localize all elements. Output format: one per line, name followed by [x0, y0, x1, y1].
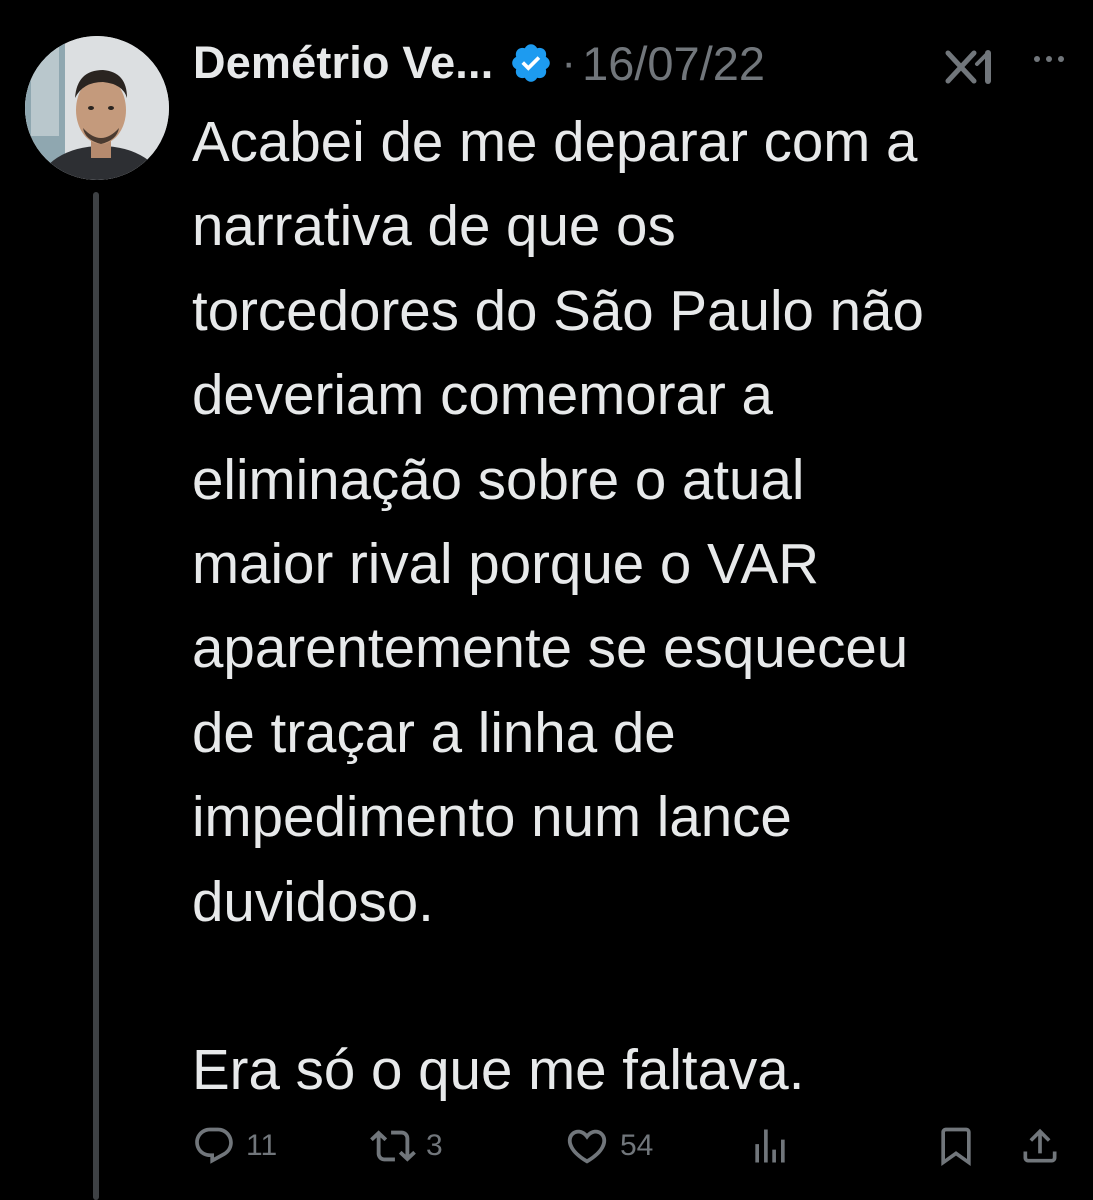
- grok-icon[interactable]: [944, 50, 996, 84]
- bookmark-icon: [941, 1127, 971, 1167]
- tweet-text-line: narrativa de que os: [192, 194, 676, 258]
- like-count: 54: [620, 1129, 654, 1162]
- tweet-text: Acabei de me deparar com a narrativa de …: [192, 100, 1072, 1113]
- tweet-text-line: eliminação sobre o atual: [192, 447, 805, 511]
- tweet-text-line: maior rival porque o VAR: [192, 532, 819, 596]
- tweet-text-line: Acabei de me deparar com a: [192, 110, 918, 173]
- views-button[interactable]: [748, 1120, 792, 1172]
- tweet-text-line: deveriam comemorar a: [192, 363, 773, 427]
- tweet-text-line: Era só o que me faltava.: [192, 1038, 805, 1102]
- header-separator: ·: [561, 38, 577, 87]
- tweet-text-line: duvidoso.: [192, 869, 434, 933]
- tweet-text-line: aparentemente se esqueceu: [192, 616, 909, 680]
- views-icon: [755, 1129, 785, 1163]
- retweet-count: 3: [426, 1129, 443, 1162]
- like-icon: [567, 1129, 607, 1164]
- more-options-icon[interactable]: [1029, 44, 1069, 74]
- tweet[interactable]: Demétrio Ve... · 16/07/22 Acabei de me d…: [0, 0, 1093, 1200]
- tweet-date[interactable]: 16/07/22: [582, 36, 765, 91]
- author-name[interactable]: Demétrio Ve...: [193, 37, 493, 89]
- tweet-text-line: de traçar a linha de: [192, 700, 676, 764]
- retweet-button[interactable]: 3: [370, 1120, 443, 1172]
- share-icon: [1023, 1128, 1057, 1163]
- tweet-text-blank-line: [192, 944, 1072, 1028]
- tweet-text-line: impedimento num lance: [192, 785, 792, 849]
- avatar[interactable]: [25, 36, 169, 180]
- avatar-photo: [25, 36, 169, 180]
- reply-count: 11: [246, 1129, 278, 1162]
- bookmark-button[interactable]: [934, 1120, 978, 1172]
- tweet-text-line: torcedores do São Paulo não: [192, 278, 924, 342]
- reply-button[interactable]: 11: [192, 1120, 277, 1172]
- tweet-header: Demétrio Ve... · 16/07/22: [193, 30, 1073, 96]
- thread-line: [93, 192, 99, 1200]
- like-button[interactable]: 54: [564, 1120, 653, 1172]
- verified-badge-icon: [509, 41, 553, 85]
- share-button[interactable]: [1018, 1120, 1062, 1172]
- reply-icon: [195, 1127, 233, 1164]
- action-bar: 11 3 54: [0, 1120, 1093, 1172]
- retweet-icon: [370, 1130, 416, 1162]
